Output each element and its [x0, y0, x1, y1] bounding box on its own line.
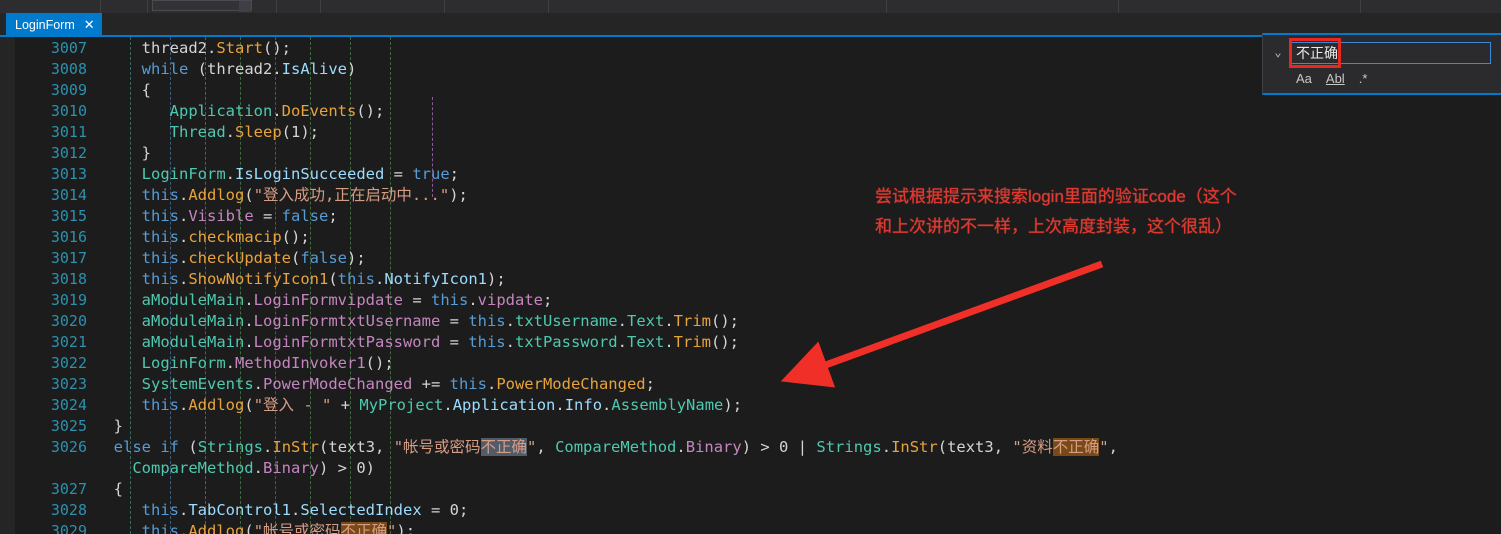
line-number: 3016	[50, 228, 87, 246]
code-line-3017: this.checkUpdate(false);	[141, 249, 366, 267]
chevron-down-icon[interactable]	[239, 1, 251, 12]
line-number: 3025	[50, 417, 87, 435]
code-line-3023: SystemEvents.PowerModeChanged += this.Po…	[141, 375, 655, 393]
line-number: 3026	[50, 438, 87, 456]
line-number: 3028	[50, 501, 87, 519]
editor-surface[interactable]: 3007 3008 3009 3010 3011 3012 3013 3014 …	[0, 37, 1501, 534]
toolbar-separator	[320, 0, 321, 13]
use-regex-icon[interactable]: .*	[1359, 71, 1368, 87]
line-number: 3008	[50, 60, 87, 78]
match-whole-word-icon[interactable]: Abl	[1326, 71, 1345, 87]
code-line-3013: LoginForm.IsLoginSucceeded = true;	[141, 165, 459, 183]
line-number: 3021	[50, 333, 87, 351]
line-number: 3007	[50, 39, 87, 57]
match-case-icon[interactable]: Aa	[1296, 71, 1312, 87]
code-line-3008: while (thread2.IsAlive)	[141, 60, 357, 78]
code-line-3015: this.Visible = false;	[141, 207, 338, 225]
toolbar-separator	[100, 0, 101, 13]
code-line-3012: }	[95, 144, 151, 162]
code-line-3026: else if (Strings.InStr(text3, "帐号或密码不正确"…	[113, 438, 1118, 456]
code-line-3022: LoginForm.MethodInvoker1();	[141, 354, 394, 372]
tab-loginform[interactable]: LoginForm ✕	[6, 13, 102, 36]
line-number: 3022	[50, 354, 87, 372]
toolbar-combobox[interactable]	[152, 0, 252, 12]
toolbar-separator	[886, 0, 887, 13]
toolbar-separator	[1360, 0, 1361, 13]
toolbar-separator	[548, 0, 549, 13]
toolbar-separator	[147, 0, 148, 13]
line-number: 3015	[50, 207, 87, 225]
code-line-3009: {	[95, 81, 151, 99]
code-line-3026-wrap: CompareMethod.Binary) > 0)	[132, 459, 375, 477]
code-line-3010: Application.DoEvents();	[169, 102, 385, 120]
line-number-gutter: 3007 3008 3009 3010 3011 3012 3013 3014 …	[15, 37, 95, 534]
code-line-3029: this.Addlog("帐号或密码不正确");	[95, 521, 415, 534]
code-line-3024: this.Addlog("登入 - " + MyProject.Applicat…	[141, 396, 743, 414]
code-line-3007: thread2.Start();	[141, 39, 292, 57]
line-number: 3024	[50, 396, 87, 414]
line-number: 3013	[50, 165, 87, 183]
code-line-3020: aModuleMain.LoginFormtxtUsername = this.…	[141, 312, 739, 330]
toolbar-separator	[1118, 0, 1119, 13]
line-number: 3023	[50, 375, 87, 393]
chevron-down-icon[interactable]: ⌄	[1271, 45, 1285, 59]
line-number: 3010	[50, 102, 87, 120]
code-line-3016: this.checkmacip();	[141, 228, 310, 246]
line-number: 3018	[50, 270, 87, 288]
find-options: Aa Abl .*	[1296, 71, 1367, 87]
line-number: 3029	[50, 522, 87, 534]
line-number: 3019	[50, 291, 87, 309]
code-line-3018: this.ShowNotifyIcon1(this.NotifyIcon1);	[141, 270, 506, 288]
code-line-3019: aModuleMain.LoginFormvipdate = this.vipd…	[141, 291, 553, 309]
line-number: 3020	[50, 312, 87, 330]
code-content[interactable]: thread2.Start(); while (thread2.IsAlive)…	[95, 37, 1501, 534]
annotation-line-2: 和上次讲的不一样，上次高度封装，这个很乱）	[875, 217, 1232, 236]
annotation-line-1: 尝试根据提示来搜索login里面的验证code（这个	[875, 187, 1237, 206]
line-number: 3011	[50, 123, 87, 141]
annotation-highlight-box	[1289, 38, 1341, 68]
editor-left-margin	[0, 37, 15, 534]
line-number: 3012	[50, 144, 87, 162]
find-widget[interactable]: ⌄ 不正确 Aa Abl .*	[1262, 33, 1501, 95]
toolbar-separator	[276, 0, 277, 13]
code-line-3027: {	[95, 480, 123, 498]
code-line-3025: }	[95, 417, 123, 435]
code-line-3011: Thread.Sleep(1);	[169, 123, 319, 141]
toolbar-separator	[444, 0, 445, 13]
line-number: 3017	[50, 249, 87, 267]
line-number: 3014	[50, 186, 87, 204]
close-icon[interactable]: ✕	[84, 18, 95, 31]
toolbar-strip	[0, 0, 1501, 13]
tab-label: LoginForm	[15, 17, 75, 32]
code-line-3028: this.TabControl1.SelectedIndex = 0;	[141, 501, 469, 519]
line-number: 3027	[50, 480, 87, 498]
code-line-3014: this.Addlog("登入成功,正在启动中...");	[141, 186, 468, 204]
line-number: 3009	[50, 81, 87, 99]
code-line-3021: aModuleMain.LoginFormtxtPassword = this.…	[141, 333, 739, 351]
code-editor-window: LoginForm ✕ 3007 3008 3009 3010 3011 301…	[0, 0, 1501, 534]
